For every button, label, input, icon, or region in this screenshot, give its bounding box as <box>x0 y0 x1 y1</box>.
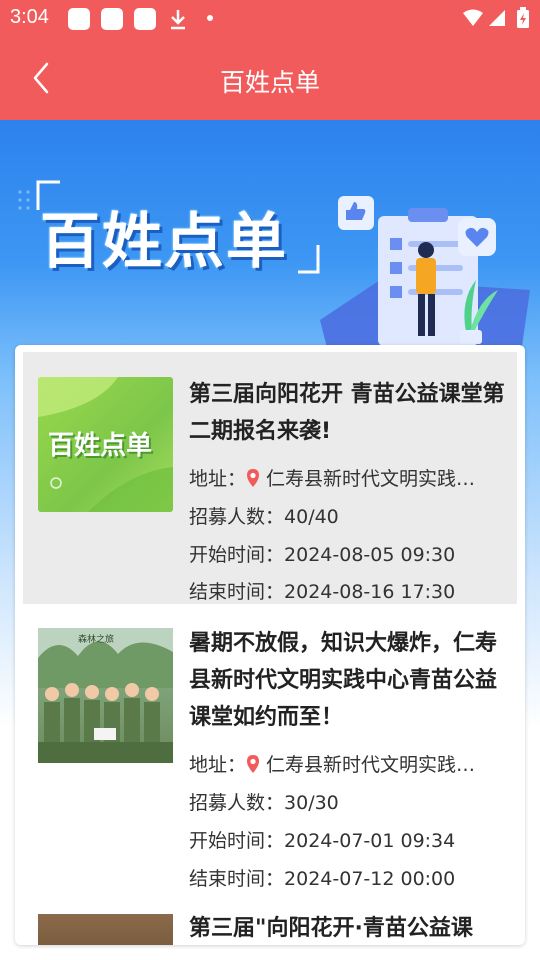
notification-icon <box>68 8 90 30</box>
list-item[interactable]: 森林之旅 暑期不放假，知识大爆炸，仁寿县新时代文明实践中心青苗公益课堂如约而至！… <box>23 604 517 894</box>
address-row: 地址： 仁寿县新时代文明实践中心 <box>189 750 492 777</box>
end-value: 2024-08-16 17:30 <box>284 581 456 603</box>
list-item[interactable]: 第三届"向阳花开·青苗公益课 <box>23 910 517 945</box>
activity-title: 第三届"向阳花开·青苗公益课 <box>189 916 473 941</box>
recruit-value: 30/30 <box>284 792 339 814</box>
address-row: 地址： 仁寿县新时代文明实践中心 <box>189 464 492 491</box>
end-value: 2024-07-12 00:00 <box>284 868 456 890</box>
hero-banner: 百姓点单 <box>0 120 540 380</box>
end-time-row: 结束时间：2024-07-12 00:00 <box>189 864 455 891</box>
end-time-row: 结束时间：2024-08-16 17:30 <box>189 577 455 604</box>
start-label: 开始时间： <box>189 830 285 852</box>
notification-icon <box>134 8 156 30</box>
activity-title: 第三届向阳花开 青苗公益课堂第二期报名来袭! <box>189 382 505 444</box>
wifi-icon <box>463 9 483 26</box>
activity-thumbnail: 森林之旅 <box>38 628 173 763</box>
start-time-row: 开始时间：2024-08-05 09:30 <box>189 540 455 567</box>
app-bar: 百姓点单 <box>0 38 540 120</box>
status-time: 3:04 <box>10 6 49 28</box>
download-icon <box>171 10 185 30</box>
start-time-row: 开始时间：2024-07-01 09:34 <box>189 826 455 853</box>
location-pin-icon <box>247 755 260 773</box>
svg-text:森林之旅: 森林之旅 <box>78 633 114 645</box>
more-notifications-icon <box>207 15 213 21</box>
signal-icon <box>489 10 505 26</box>
notification-icon <box>101 8 123 30</box>
activity-title: 暑期不放假，知识大爆炸，仁寿县新时代文明实践中心青苗公益课堂如约而至！ <box>189 631 498 730</box>
banner-title: 百姓点单 <box>40 207 288 277</box>
status-bar: 3:04 <box>0 0 540 38</box>
start-label: 开始时间： <box>189 544 285 566</box>
photo-group-image: 森林之旅 <box>38 628 173 763</box>
end-label: 结束时间： <box>189 581 285 603</box>
address-label: 地址： <box>189 754 247 776</box>
activity-thumbnail <box>38 914 173 945</box>
battery-icon <box>517 7 529 28</box>
activity-list: 百姓点单 第三届向阳花开 青苗公益课堂第二期报名来袭! 地址： 仁寿县新时代文明实… <box>15 345 525 945</box>
address-label: 地址： <box>189 468 247 490</box>
start-value: 2024-08-05 09:30 <box>284 544 456 566</box>
recruit-row: 招募人数：30/30 <box>189 788 339 815</box>
recruit-row: 招募人数：40/40 <box>189 502 339 529</box>
activity-thumbnail: 百姓点单 <box>38 377 173 512</box>
recruit-label: 招募人数： <box>189 506 285 528</box>
start-value: 2024-07-01 09:34 <box>284 830 456 852</box>
list-item[interactable]: 百姓点单 第三届向阳花开 青苗公益课堂第二期报名来袭! 地址： 仁寿县新时代文明实… <box>23 352 517 604</box>
location-pin-icon <box>247 469 260 487</box>
recruit-value: 40/40 <box>284 506 339 528</box>
recruit-label: 招募人数： <box>189 792 285 814</box>
address-value: 仁寿县新时代文明实践中心 <box>266 468 493 490</box>
thumbnail-text: 百姓点单 <box>48 431 153 461</box>
end-label: 结束时间： <box>189 868 285 890</box>
page-title: 百姓点单 <box>219 69 320 97</box>
address-value: 仁寿县新时代文明实践中心 <box>266 754 493 776</box>
